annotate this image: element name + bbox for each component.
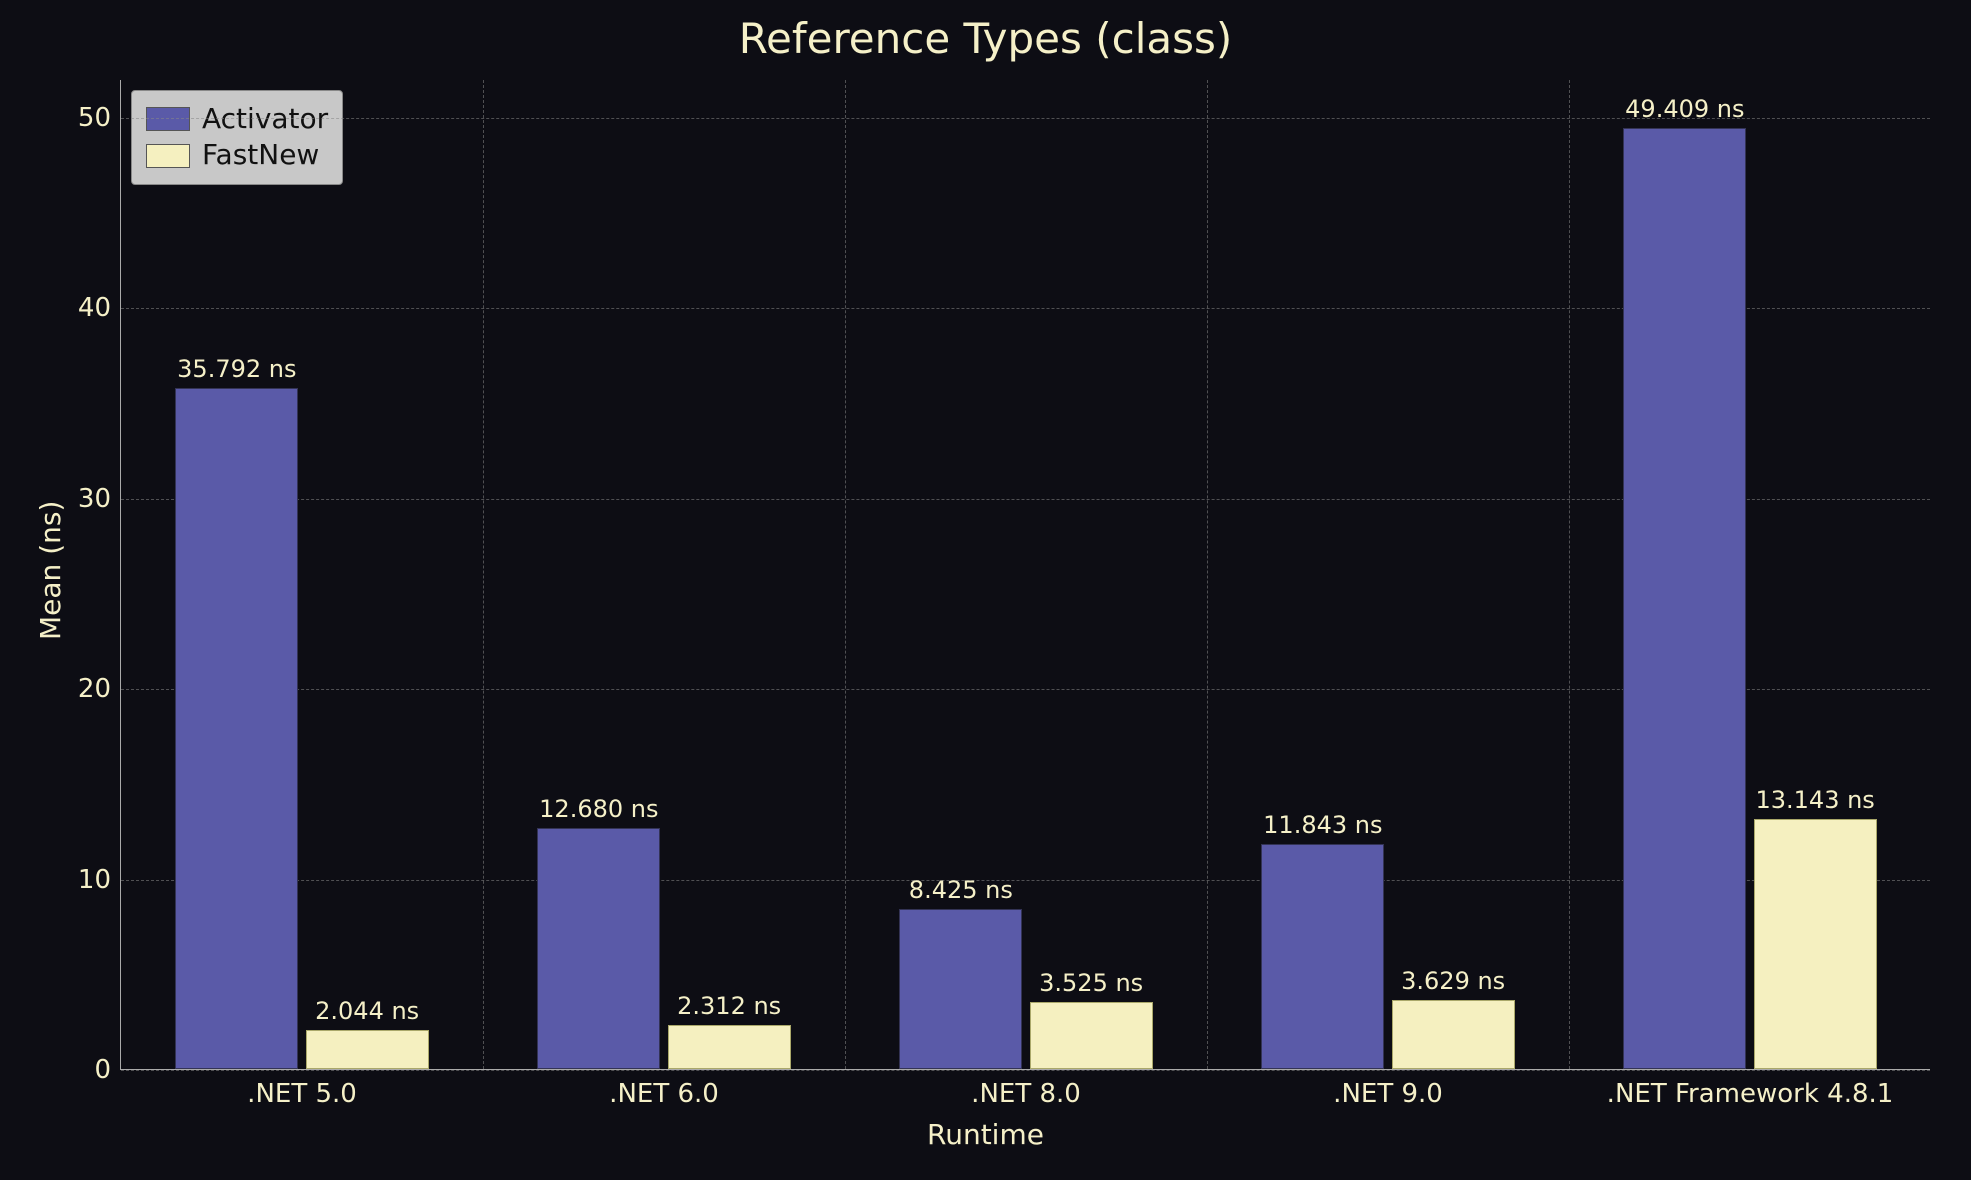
y-axis-label: Mean (ns) bbox=[34, 501, 67, 640]
bar-value-label: 8.425 ns bbox=[909, 876, 1013, 906]
bar-fastnew bbox=[1030, 1002, 1153, 1069]
grid-line bbox=[483, 80, 484, 1069]
y-tick-label: 20 bbox=[78, 674, 121, 704]
y-tick-label: 40 bbox=[78, 293, 121, 323]
bar-value-label: 13.143 ns bbox=[1755, 786, 1874, 816]
x-axis-label: Runtime bbox=[0, 1118, 1971, 1151]
x-tick-label: .NET 8.0 bbox=[971, 1069, 1081, 1109]
bar-fastnew bbox=[1754, 819, 1877, 1069]
y-tick-label: 30 bbox=[78, 484, 121, 514]
x-tick-label: .NET 6.0 bbox=[609, 1069, 719, 1109]
y-tick-label: 10 bbox=[78, 865, 121, 895]
bar-activator bbox=[1261, 844, 1384, 1069]
x-tick-label: .NET 9.0 bbox=[1333, 1069, 1443, 1109]
bar-value-label: 49.409 ns bbox=[1625, 95, 1744, 125]
bar-activator bbox=[537, 828, 660, 1069]
bar-fastnew bbox=[668, 1025, 791, 1069]
bar-value-label: 35.792 ns bbox=[177, 355, 296, 385]
legend-label-fastnew: FastNew bbox=[202, 137, 319, 173]
bar-activator bbox=[175, 388, 298, 1069]
legend-swatch-activator bbox=[146, 107, 190, 131]
legend-swatch-fastnew bbox=[146, 144, 190, 168]
legend-label-activator: Activator bbox=[202, 101, 328, 137]
bar-value-label: 11.843 ns bbox=[1263, 811, 1382, 841]
bar-value-label: 2.044 ns bbox=[315, 997, 419, 1027]
bar-activator bbox=[899, 909, 1022, 1069]
x-tick-label: .NET 5.0 bbox=[247, 1069, 357, 1109]
grid-line bbox=[845, 80, 846, 1069]
y-tick-label: 50 bbox=[78, 103, 121, 133]
bar-fastnew bbox=[1392, 1000, 1515, 1069]
x-tick-label: .NET Framework 4.8.1 bbox=[1607, 1069, 1894, 1109]
grid-line bbox=[1207, 80, 1208, 1069]
legend: Activator FastNew bbox=[131, 90, 343, 185]
y-tick-label: 0 bbox=[94, 1055, 121, 1085]
bar-value-label: 3.629 ns bbox=[1401, 967, 1505, 997]
bar-value-label: 12.680 ns bbox=[539, 795, 658, 825]
bar-activator bbox=[1623, 128, 1746, 1069]
chart-frame: Reference Types (class) Mean (ns) Activa… bbox=[0, 0, 1971, 1180]
bar-fastnew bbox=[306, 1030, 429, 1069]
bar-value-label: 2.312 ns bbox=[677, 992, 781, 1022]
grid-line bbox=[1569, 80, 1570, 1069]
bar-value-label: 3.525 ns bbox=[1039, 969, 1143, 999]
plot-area: Activator FastNew 01020304050.NET 5.035.… bbox=[120, 80, 1930, 1070]
legend-item-fastnew: FastNew bbox=[146, 137, 328, 173]
chart-title: Reference Types (class) bbox=[0, 14, 1971, 63]
legend-item-activator: Activator bbox=[146, 101, 328, 137]
